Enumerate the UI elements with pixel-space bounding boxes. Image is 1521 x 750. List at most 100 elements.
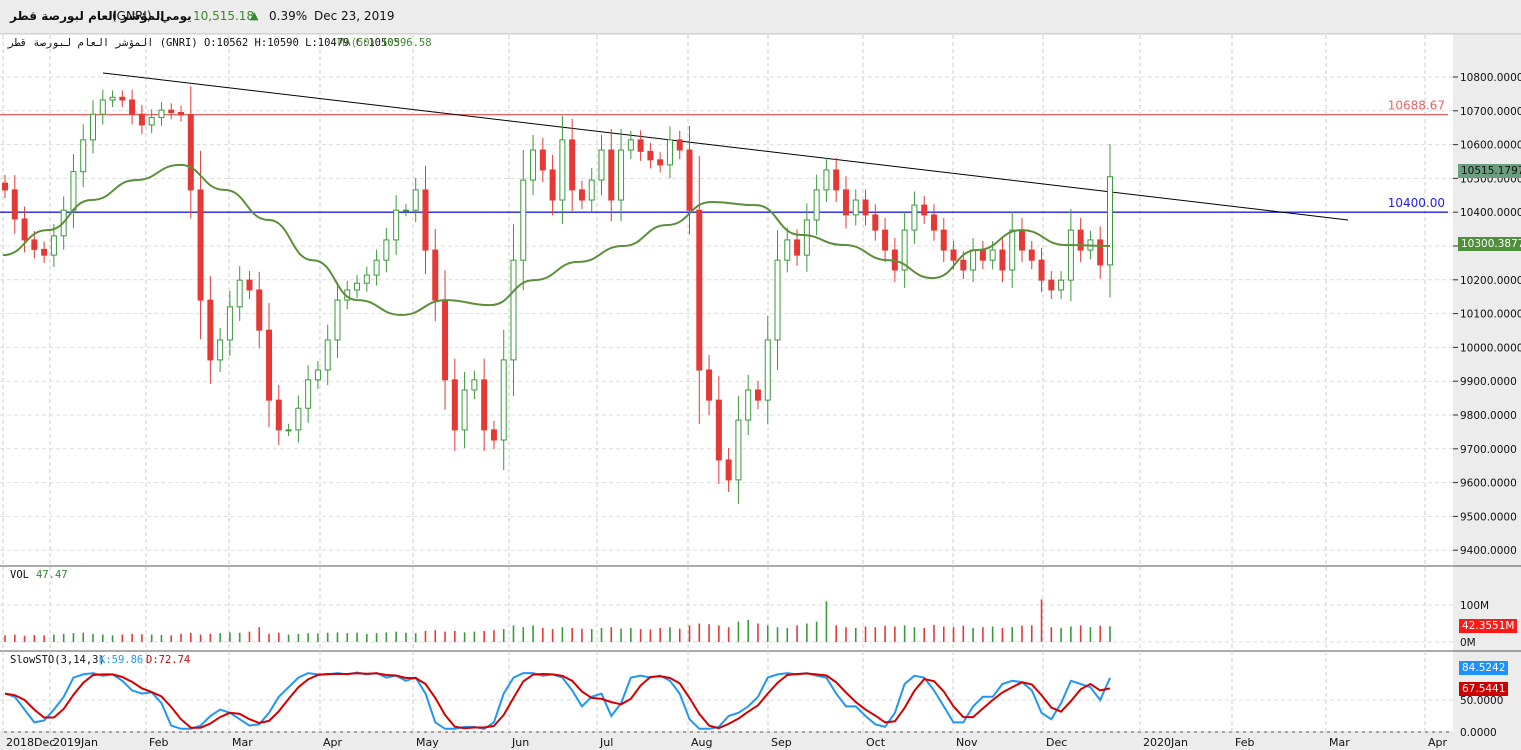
sto-label: SlowSTO(3,14,3) xyxy=(10,654,105,666)
sto-k-tag: 84.5242 xyxy=(1459,661,1509,675)
y-tick-label: 9800.0000 xyxy=(1460,410,1517,422)
candle-down xyxy=(842,189,849,216)
trendline xyxy=(102,72,1349,221)
candle-down xyxy=(1018,229,1025,251)
candle-up xyxy=(148,117,155,126)
candle-down xyxy=(481,379,488,431)
x-tick-label: Nov xyxy=(956,736,978,749)
candle-up xyxy=(236,279,243,308)
candle-down xyxy=(833,169,840,191)
candle-down xyxy=(442,299,449,381)
ma-label: MA(50) xyxy=(338,37,376,49)
volume-tag: 42.3551M xyxy=(1459,619,1518,633)
candle-down xyxy=(119,96,126,101)
candle-down xyxy=(706,369,713,401)
candle-down xyxy=(676,139,683,151)
x-tick-label: Feb xyxy=(1235,736,1254,749)
candle-up xyxy=(295,407,302,431)
candle-up xyxy=(735,419,742,481)
candle-up xyxy=(354,282,361,291)
candle-down xyxy=(725,459,732,481)
candle-up xyxy=(393,209,400,241)
sto-tick-label: 50.0000 xyxy=(1460,695,1503,707)
candle-down xyxy=(950,249,957,261)
candle-up xyxy=(618,149,625,201)
candle-up xyxy=(80,139,87,173)
candle-down xyxy=(2,182,8,191)
candle-up xyxy=(970,249,977,271)
x-tick-label: Aug xyxy=(691,736,712,749)
candle-up xyxy=(334,299,341,341)
candle-up xyxy=(402,209,409,212)
candle-up xyxy=(363,274,370,284)
candle-down xyxy=(794,239,801,256)
x-tick-label: Sep xyxy=(771,736,792,749)
y-tick-label: 10100.0000 xyxy=(1460,309,1521,321)
y-tick-label: 10600.0000 xyxy=(1460,140,1521,152)
candle-up xyxy=(471,379,478,391)
candle-up xyxy=(559,139,566,201)
resistance-line-label: 10688.67 xyxy=(1388,99,1445,113)
candle-up xyxy=(764,339,771,401)
candle-up xyxy=(784,239,791,261)
vol-label: VOL xyxy=(10,569,29,581)
candle-up xyxy=(530,149,537,181)
candle-up xyxy=(510,259,517,361)
candle-down xyxy=(578,189,585,201)
vol-value: 47.47 xyxy=(36,569,68,581)
candle-up xyxy=(852,199,859,216)
candle-up xyxy=(1009,229,1016,271)
candle-down xyxy=(422,189,429,251)
candle-down xyxy=(432,249,439,301)
candle-up xyxy=(50,235,57,256)
x-tick-label: Dec xyxy=(1046,736,1067,749)
candle-down xyxy=(256,289,263,331)
x-tick-label: Apr xyxy=(1428,736,1448,749)
sto-d-value: D:72.74 xyxy=(146,654,191,666)
chart-canvas[interactable]: 2018Dec2019Jan Feb Mar Apr May Jun Jul Aug Sep Oc… xyxy=(0,0,1521,750)
candle-down xyxy=(138,113,145,126)
candle-up xyxy=(745,389,752,421)
candle-down xyxy=(197,189,204,301)
candle-down xyxy=(1097,239,1104,266)
x-tick-label: Mar xyxy=(1329,736,1350,749)
candle-up xyxy=(666,139,673,166)
x-tick-label: Oct xyxy=(866,736,886,749)
candle-up xyxy=(627,139,634,151)
candle-up xyxy=(373,259,380,276)
candle-up xyxy=(314,369,321,381)
candle-up xyxy=(90,113,97,141)
candle-down xyxy=(872,214,879,231)
candle-up xyxy=(285,429,292,432)
candle-up xyxy=(305,379,312,409)
candle-up xyxy=(598,149,605,181)
candle-down xyxy=(979,249,986,261)
sto-tick-label: 0.0000 xyxy=(1460,727,1497,739)
candle-down xyxy=(882,229,889,251)
candle-down xyxy=(862,199,869,216)
candle-down xyxy=(129,99,136,115)
sto-d-tag: 67.5441 xyxy=(1459,682,1509,696)
sto-k-value: K:59.86 xyxy=(99,654,144,666)
candle-down xyxy=(275,399,282,431)
candle-down xyxy=(960,259,967,271)
candle-up xyxy=(520,179,527,261)
candle-down xyxy=(168,109,175,113)
y-tick-label: 9700.0000 xyxy=(1460,444,1517,456)
y-tick-label: 9900.0000 xyxy=(1460,376,1517,388)
candle-down xyxy=(657,159,664,166)
candle-up xyxy=(500,359,507,441)
candle-down xyxy=(686,149,693,211)
candle-up xyxy=(226,306,233,341)
candle-up xyxy=(823,169,830,191)
candle-up xyxy=(774,259,781,341)
candle-down xyxy=(608,149,615,201)
x-tick-label: 2018Dec xyxy=(6,736,55,749)
price-tag: 10515.1797 xyxy=(1458,164,1521,178)
candle-up xyxy=(813,189,820,221)
candle-up xyxy=(461,389,468,431)
candle-down xyxy=(1038,259,1045,281)
y-tick-label: 9600.0000 xyxy=(1460,478,1517,490)
x-tick-label: Feb xyxy=(149,736,168,749)
candle-down xyxy=(41,248,48,256)
